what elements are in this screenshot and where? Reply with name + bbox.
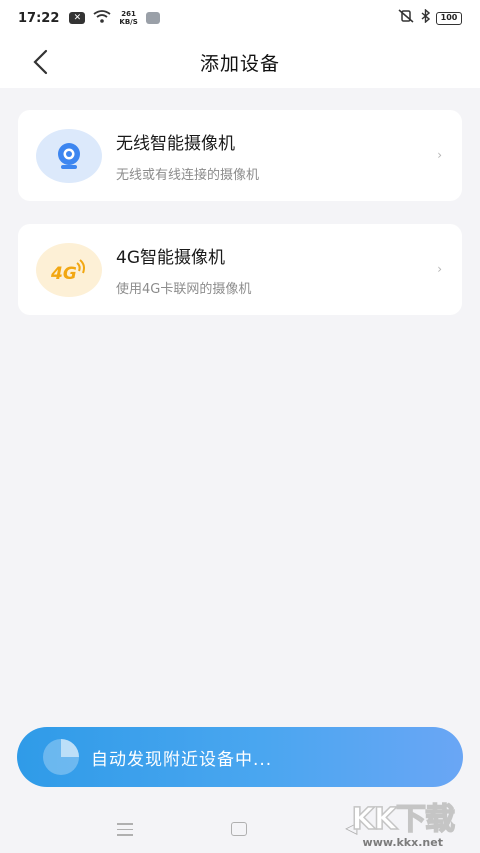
back-button[interactable]: [22, 44, 58, 80]
status-bar: 17:22 ✕ 261 KB/S 100: [0, 0, 480, 36]
net-speed: 261 KB/S: [119, 10, 137, 26]
device-title: 无线智能摄像机: [116, 133, 235, 154]
bluetooth-icon: [421, 8, 431, 27]
radar-scan-icon: [43, 739, 79, 775]
device-subtitle: 使用4G卡联网的摄像机: [116, 281, 252, 297]
watermark: KK下载 www.kkx.net: [351, 802, 456, 849]
menu-icon[interactable]: [117, 823, 133, 840]
chevron-right-icon: ›: [437, 262, 442, 276]
watermark-logo: KK下载: [351, 802, 456, 837]
device-title: 4G智能摄像机: [116, 247, 225, 268]
status-time: 17:22: [18, 10, 60, 26]
wifi-icon: [93, 9, 111, 27]
notification-icon: ✕: [69, 12, 86, 24]
net-speed-value: 261: [121, 10, 136, 18]
discover-devices-banner[interactable]: 自动发现附近设备中...: [17, 727, 463, 787]
page-title: 添加设备: [199, 52, 280, 75]
device-subtitle: 无线或有线连接的摄像机: [116, 167, 260, 183]
camera-icon: [36, 128, 102, 183]
chevron-left-icon: [33, 49, 48, 75]
4g-icon: 4G: [36, 242, 102, 297]
home-icon[interactable]: [231, 822, 247, 836]
device-card-4g-camera[interactable]: 4G 4G智能摄像机 使用4G卡联网的摄像机 ›: [18, 224, 462, 315]
mute-vibrate-icon: [397, 9, 415, 27]
device-card-text: 4G智能摄像机 使用4G卡联网的摄像机: [116, 243, 251, 297]
app-notification-icon: [145, 12, 160, 24]
app-header: 添加设备: [0, 36, 480, 88]
status-right: 100: [397, 8, 462, 27]
4g-icon-label: 4G: [50, 264, 77, 283]
chevron-right-icon: ›: [437, 148, 442, 162]
device-card-text: 无线智能摄像机 无线或有线连接的摄像机: [116, 129, 259, 183]
battery-icon: 100: [436, 11, 462, 25]
device-card-wireless-camera[interactable]: 无线智能摄像机 无线或有线连接的摄像机 ›: [18, 110, 462, 201]
net-speed-unit: KB/S: [119, 18, 138, 26]
discover-label: 自动发现附近设备中...: [91, 749, 273, 770]
watermark-url: www.kkx.net: [362, 836, 443, 849]
